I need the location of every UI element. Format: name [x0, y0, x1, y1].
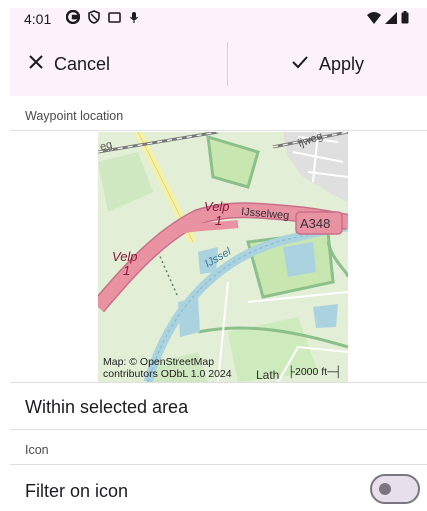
tablet-icon	[108, 11, 121, 29]
signal-icon	[385, 11, 397, 29]
cancel-label: Cancel	[54, 53, 111, 74]
divider	[10, 130, 427, 131]
map-label-junction-number: 1	[123, 263, 131, 278]
location-map[interactable]: eg ijweg Velp 1 Velp 1 IJsselweg A348 IJ…	[98, 132, 348, 382]
wifi-icon	[367, 11, 381, 29]
cancel-button[interactable]: Cancel	[10, 32, 227, 96]
close-icon	[28, 54, 54, 75]
map-label-junction: Velp	[204, 199, 230, 214]
filter-on-icon-toggle[interactable]	[370, 474, 420, 504]
google-g-icon	[65, 9, 81, 29]
apply-button[interactable]: Apply	[228, 32, 427, 96]
status-time: 4:01	[24, 11, 52, 27]
map-label-route-shield: A348	[300, 216, 331, 231]
status-bar: 4:01	[10, 8, 427, 32]
divider	[10, 382, 427, 383]
mic-icon	[129, 11, 139, 29]
map-label-junction-number: 1	[215, 213, 223, 228]
toggle-knob	[379, 483, 391, 495]
action-bar: Cancel Apply	[10, 32, 427, 96]
map-scale-label: 2000 ft	[294, 366, 328, 378]
icon-section-label: Icon	[25, 443, 49, 457]
map-label-junction: Velp	[112, 249, 138, 264]
map-label-town: Lath	[256, 368, 280, 382]
waypoint-location-label: Waypoint location	[25, 109, 124, 123]
apply-label: Apply	[318, 53, 365, 74]
battery-icon	[401, 11, 409, 29]
shield-icon	[88, 10, 100, 29]
divider	[10, 429, 427, 430]
check-icon	[291, 54, 319, 75]
map-scale-bar: ├2000 ft─┤	[287, 366, 342, 378]
filter-on-icon-label: Filter on icon	[25, 481, 129, 501]
within-selected-area-option[interactable]: Within selected area	[25, 397, 188, 418]
divider	[10, 464, 427, 465]
map-attribution: Map: © OpenStreetMap contributors ODbL 1…	[103, 356, 232, 380]
